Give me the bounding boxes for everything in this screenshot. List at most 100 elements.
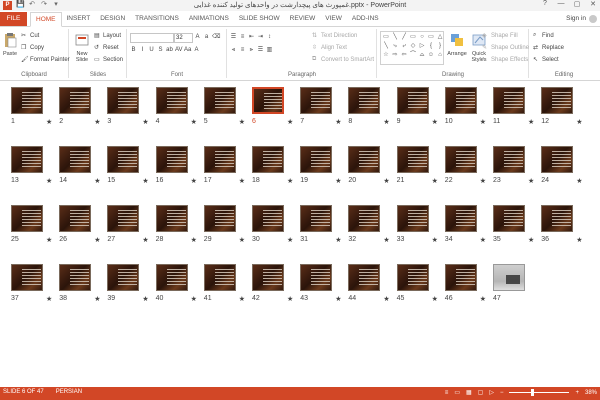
transition-star-icon[interactable]: ★ [432, 118, 438, 126]
transition-star-icon[interactable]: ★ [142, 118, 148, 126]
slide-sorter-view-icon[interactable]: ▦ [466, 389, 472, 396]
right-arrow-shape-icon[interactable]: ⇨ [391, 51, 399, 59]
slide-preview[interactable] [59, 205, 92, 232]
slide-thumbnail[interactable]: 7 ★ [300, 87, 349, 130]
slide-preview[interactable] [155, 87, 188, 114]
grow-font-icon[interactable]: A [194, 34, 201, 41]
slide-thumbnail[interactable]: 43 ★ [300, 264, 349, 307]
transition-star-icon[interactable]: ★ [383, 177, 389, 185]
slide-thumbnail[interactable]: 32 ★ [348, 205, 397, 248]
star-shape-icon[interactable]: ☆ [382, 51, 390, 59]
slide-thumbnail[interactable]: 33 ★ [396, 205, 446, 248]
zoom-out-button[interactable]: − [500, 390, 504, 396]
slide-thumbnail[interactable]: 28 ★ [155, 205, 205, 248]
tab-home[interactable]: HOME [30, 12, 62, 27]
slide-preview[interactable] [203, 146, 236, 173]
house-shape-icon[interactable]: ⌂ [436, 51, 444, 59]
slide-thumbnail[interactable]: 11 ★ [493, 87, 542, 130]
zoom-slider[interactable] [509, 389, 570, 396]
transition-star-icon[interactable]: ★ [432, 177, 438, 185]
zoom-slider-thumb[interactable] [530, 389, 534, 396]
reset-button[interactable]: ↺ Reset [94, 44, 119, 52]
transition-star-icon[interactable]: ★ [46, 236, 52, 244]
slide-thumbnail[interactable]: 42 ★ [252, 264, 301, 307]
change-case-icon[interactable]: Aa [184, 47, 191, 54]
slide-preview[interactable] [59, 87, 92, 114]
decrease-indent-icon[interactable]: ⇤ [248, 34, 255, 41]
replace-button[interactable]: ⇄ Replace [533, 44, 564, 52]
slide-thumbnail[interactable]: 34 ★ [444, 205, 494, 248]
transition-star-icon[interactable]: ★ [191, 118, 197, 126]
select-button[interactable]: ↖ Select [533, 56, 559, 64]
slide-thumbnail[interactable]: 25 ★ [11, 205, 60, 248]
copy-button[interactable]: ❐ Copy [21, 44, 44, 52]
transition-star-icon[interactable]: ★ [94, 295, 100, 303]
slide-preview[interactable] [107, 87, 140, 114]
transition-star-icon[interactable]: ★ [383, 236, 389, 244]
align-right-icon[interactable]: ⫸ [248, 47, 255, 54]
transition-star-icon[interactable]: ★ [46, 295, 52, 303]
slide-preview[interactable] [348, 205, 381, 232]
section-button[interactable]: ▭ Section [94, 56, 123, 64]
slide-thumbnail[interactable]: 16 ★ [155, 146, 205, 189]
slide-preview[interactable] [155, 264, 188, 291]
transition-star-icon[interactable]: ★ [576, 118, 582, 126]
strikethrough-icon[interactable]: S [157, 47, 164, 54]
transition-star-icon[interactable]: ★ [576, 236, 582, 244]
slide-preview[interactable] [11, 205, 43, 232]
slide-preview[interactable] [396, 87, 429, 114]
align-center-icon[interactable]: ≡ [239, 47, 246, 54]
transition-star-icon[interactable]: ★ [287, 177, 293, 185]
tab-insert[interactable]: INSERT [62, 12, 96, 25]
zoom-in-button[interactable]: + [575, 390, 579, 396]
underline-icon[interactable]: U [148, 47, 155, 54]
slide-preview[interactable] [107, 264, 140, 291]
bullets-icon[interactable]: ☰ [230, 34, 237, 41]
transition-star-icon[interactable]: ★ [94, 236, 100, 244]
font-size-box[interactable]: 32 [174, 33, 193, 43]
transition-star-icon[interactable]: ★ [480, 177, 486, 185]
slide-thumbnail[interactable]: 22 ★ [444, 146, 494, 189]
minimize-button[interactable]: — [556, 0, 566, 8]
slide-preview[interactable] [396, 205, 429, 232]
line-spacing-icon[interactable]: ↕ [266, 34, 273, 41]
slide-thumbnail[interactable]: 35 ★ [493, 205, 542, 248]
transition-star-icon[interactable]: ★ [94, 177, 100, 185]
paste-button[interactable]: Paste [2, 32, 18, 57]
slide-preview[interactable] [541, 205, 574, 232]
convert-smartart-button[interactable]: ⧉ Convert to SmartArt [312, 56, 374, 63]
tab-transitions[interactable]: TRANSITIONS [130, 12, 184, 25]
increase-indent-icon[interactable]: ⇥ [257, 34, 264, 41]
line-shape-icon[interactable]: ╲ [382, 42, 390, 50]
transition-star-icon[interactable]: ★ [239, 118, 245, 126]
line-shape-icon[interactable]: ╲ [391, 33, 399, 41]
transition-star-icon[interactable]: ★ [480, 236, 486, 244]
close-button[interactable]: ✕ [588, 0, 598, 8]
slide-preview[interactable] [396, 146, 429, 173]
slide-preview[interactable] [252, 146, 284, 173]
sign-in-link[interactable]: Sign in [566, 15, 586, 22]
line-shape-icon[interactable]: ╱ [400, 33, 408, 41]
slide-preview[interactable] [59, 264, 92, 291]
align-left-icon[interactable]: ⫷ [230, 47, 237, 54]
slide-preview[interactable] [300, 146, 333, 173]
transition-star-icon[interactable]: ★ [480, 118, 486, 126]
numbering-icon[interactable]: ≡ [239, 34, 246, 41]
slide-thumbnail[interactable]: 26 ★ [59, 205, 108, 248]
char-spacing-icon[interactable]: AV [175, 47, 183, 54]
slide-thumbnail[interactable]: 18 ★ [252, 146, 301, 189]
transition-star-icon[interactable]: ★ [432, 295, 438, 303]
diamond-shape-icon[interactable]: ◇ [409, 42, 417, 50]
find-button[interactable]: ⌕ Find [533, 32, 554, 39]
slide-thumbnail[interactable]: 41 ★ [203, 264, 253, 307]
transition-star-icon[interactable]: ★ [142, 177, 148, 185]
slide-thumbnail[interactable]: 21 ★ [396, 146, 446, 189]
slide-preview[interactable] [493, 205, 525, 232]
slide-preview[interactable] [493, 264, 525, 291]
slide-preview[interactable] [444, 87, 477, 114]
format-painter-button[interactable]: 🖌 Format Painter [21, 56, 70, 64]
slide-thumbnail[interactable]: 19 ★ [300, 146, 349, 189]
slide-thumbnail[interactable]: 8 ★ [348, 87, 397, 130]
slide-preview[interactable] [11, 87, 43, 114]
slide-preview[interactable] [300, 205, 333, 232]
